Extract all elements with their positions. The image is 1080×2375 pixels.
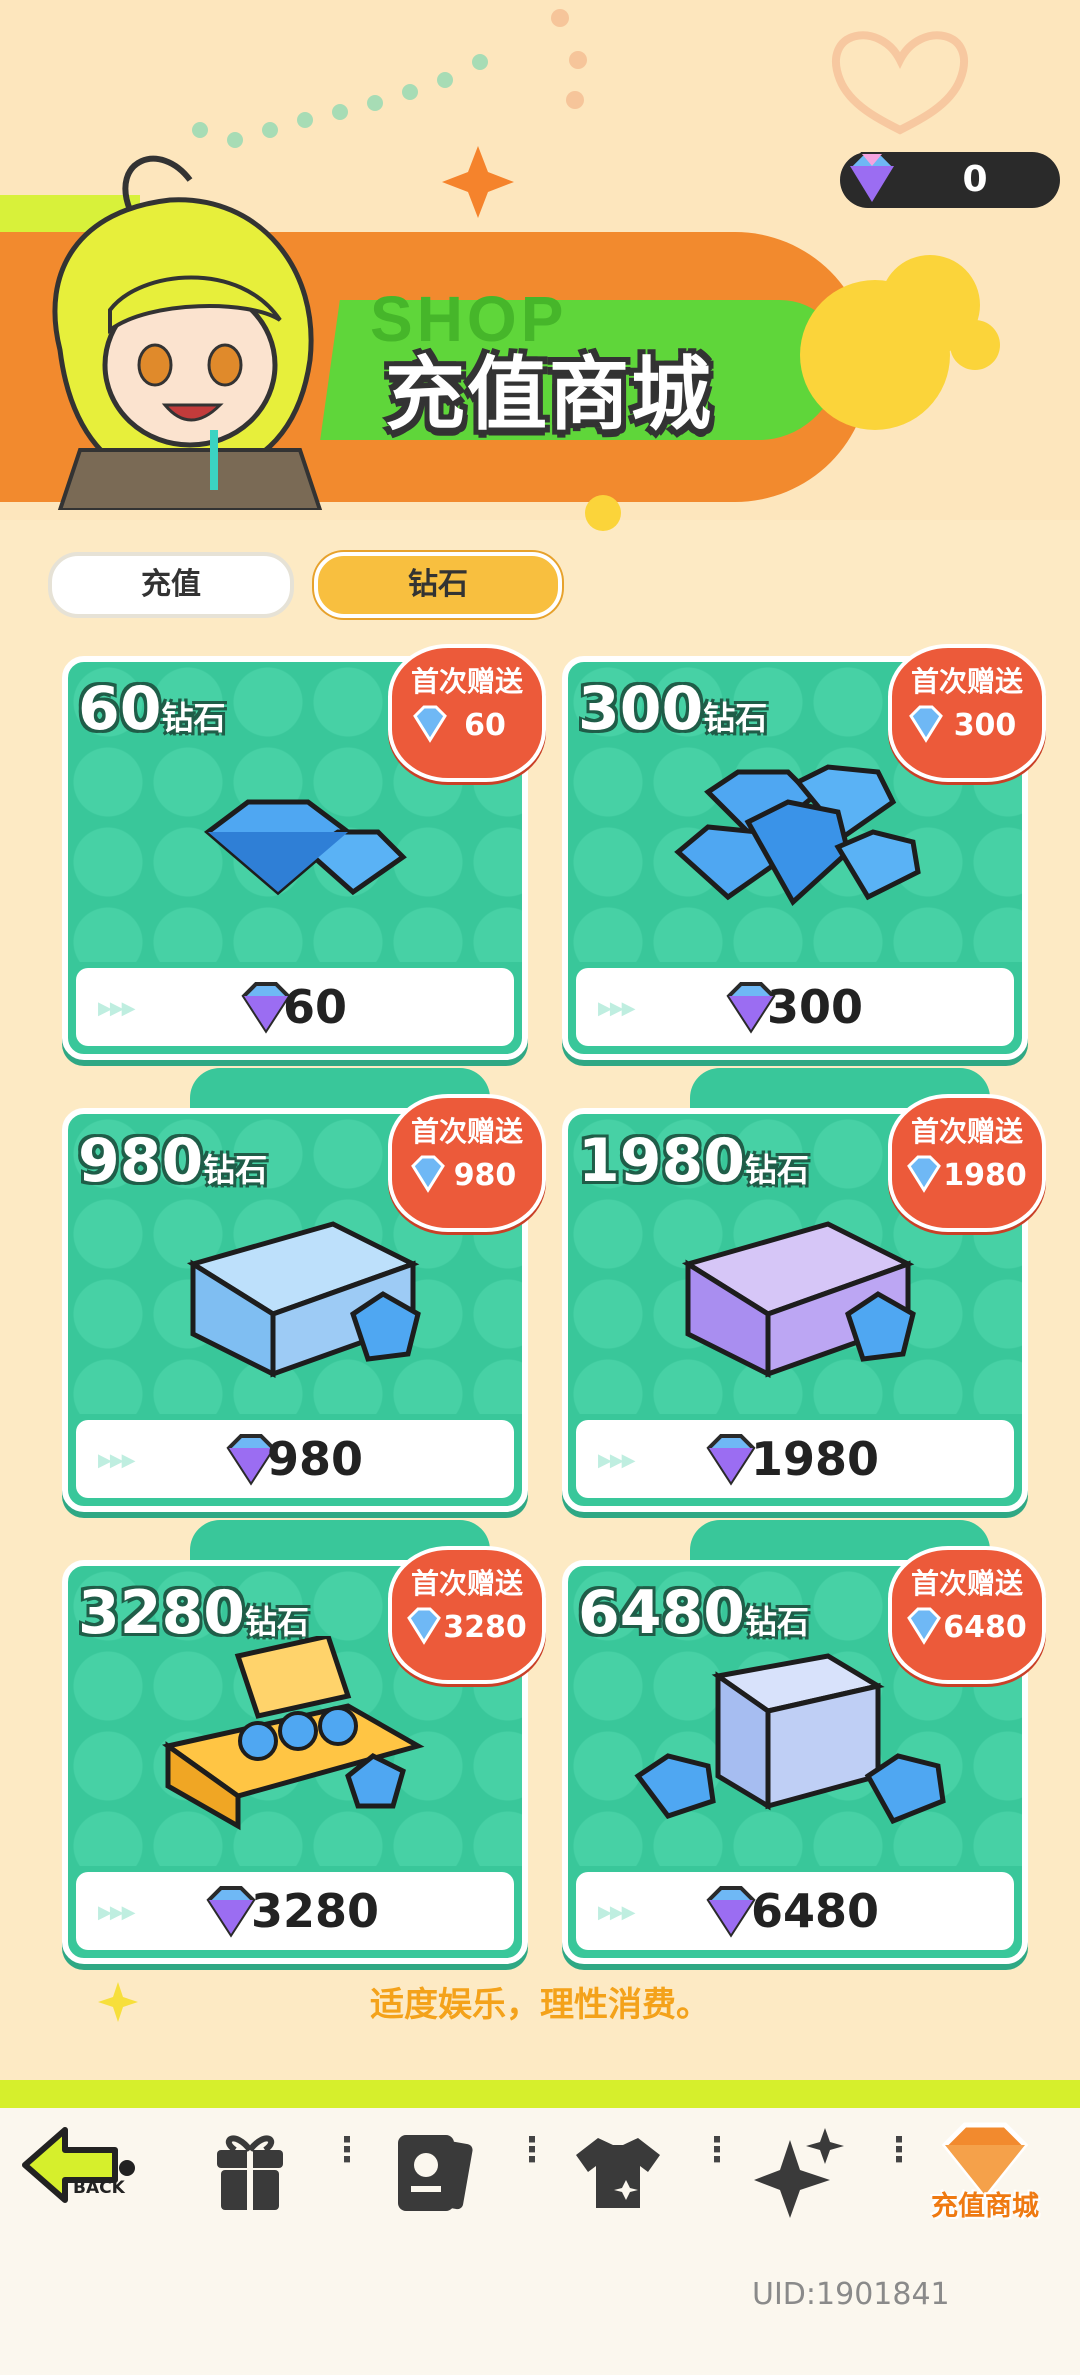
first-bonus-badge: 首次赠送 60 — [388, 644, 546, 782]
first-bonus-badge: 首次赠送 980 — [388, 1094, 546, 1232]
diamond-box-icon — [681, 1221, 916, 1379]
first-bonus-badge: 首次赠送 3280 — [388, 1546, 546, 1684]
price-value: 3280 — [250, 1884, 380, 1938]
price-bar[interactable]: ▶▶▶ 1980 — [576, 1420, 1014, 1498]
diamond-icon — [847, 152, 897, 206]
sparkle-icon — [98, 1982, 138, 2022]
nav-separator: ⋮ — [700, 2130, 734, 2170]
diamond-pile-icon — [674, 764, 921, 906]
price-value: 300 — [766, 980, 864, 1034]
price-value: 980 — [266, 1432, 364, 1486]
nav-separator: ⋮ — [330, 2130, 364, 2170]
product-title: 300钻石 — [578, 674, 768, 744]
diamond-box-icon — [186, 1221, 421, 1379]
user-id: UID:1901841 — [752, 2277, 950, 2312]
nav-shop-label: 充值商城 — [931, 2191, 1039, 2222]
gift-icon — [217, 2135, 283, 2210]
tab-recharge[interactable]: 充值 — [48, 552, 294, 618]
nav-gift[interactable] — [205, 2120, 295, 2240]
mascot-character — [52, 155, 323, 510]
shirt-icon — [576, 2138, 660, 2208]
page-title: 充值商城 — [385, 348, 713, 441]
first-bonus-badge: 首次赠送 6480 — [888, 1546, 1046, 1684]
product-title: 60钻石 — [78, 674, 226, 744]
price-value: 60 — [282, 980, 347, 1034]
price-bar[interactable]: ▶▶▶ 3280 — [76, 1872, 514, 1950]
price-bar[interactable]: ▶▶▶ 300 — [576, 968, 1014, 1046]
sparkle-icon — [754, 2128, 844, 2218]
nav-outfit[interactable] — [568, 2120, 668, 2240]
price-bar[interactable]: ▶▶▶ 980 — [76, 1420, 514, 1498]
price-bar[interactable]: ▶▶▶ 6480 — [576, 1872, 1014, 1950]
nav-separator: ⋮ — [515, 2130, 549, 2170]
first-bonus-badge: 首次赠送 300 — [888, 644, 1046, 782]
price-bar[interactable]: ▶▶▶ 60 — [76, 968, 514, 1046]
back-label: BACK — [73, 2178, 125, 2198]
product-title: 1980钻石 — [578, 1126, 810, 1196]
card-icon — [398, 2135, 473, 2211]
nav-separator: ⋮ — [882, 2130, 916, 2170]
back-button[interactable]: BACK — [15, 2120, 145, 2240]
price-value: 1980 — [750, 1432, 880, 1486]
back-arrow-icon — [22, 2127, 135, 2203]
first-bonus-badge: 首次赠送 1980 — [888, 1094, 1046, 1232]
currency-value: 0 — [962, 159, 988, 200]
star-icon — [442, 146, 514, 218]
tab-diamond[interactable]: 钻石 — [314, 552, 562, 618]
price-value: 6480 — [750, 1884, 880, 1938]
product-title: 980钻石 — [78, 1126, 268, 1196]
nav-cards[interactable] — [383, 2120, 483, 2240]
moderation-notice: 适度娱乐，理性消费。 — [370, 1985, 710, 2025]
diamond-pile-icon — [204, 799, 407, 896]
nav-gacha[interactable] — [750, 2120, 850, 2240]
